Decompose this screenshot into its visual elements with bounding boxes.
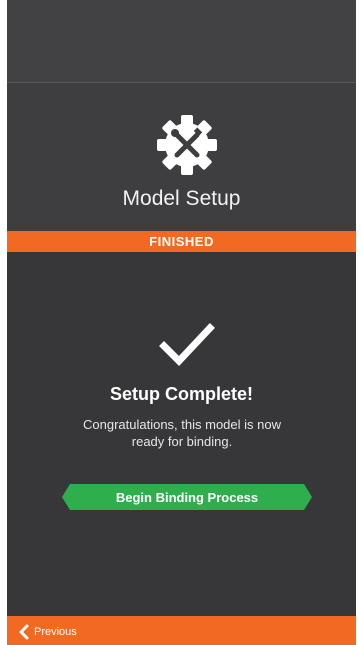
checkmark-icon (159, 323, 215, 367)
begin-binding-button[interactable]: Begin Binding Process (62, 484, 312, 510)
completion-message: Congratulations, this model is now ready… (83, 417, 281, 449)
previous-button[interactable]: Previous (19, 623, 77, 641)
header-panel: Model Setup (7, 83, 356, 231)
previous-label: Previous (34, 626, 77, 638)
top-bar (7, 0, 356, 82)
chevron-left-icon (19, 624, 29, 640)
completion-panel: Setup Complete! Congratulations, this mo… (7, 252, 356, 616)
gear-wrench-icon (157, 115, 217, 175)
completion-headline: Setup Complete! (109, 384, 253, 404)
footer-bar: Previous (7, 616, 356, 645)
app-screen: Model Setup FINISHED Setup Complete! Con… (7, 0, 356, 645)
page-title: Model Setup (122, 187, 241, 210)
status-badge: FINISHED (7, 231, 356, 252)
